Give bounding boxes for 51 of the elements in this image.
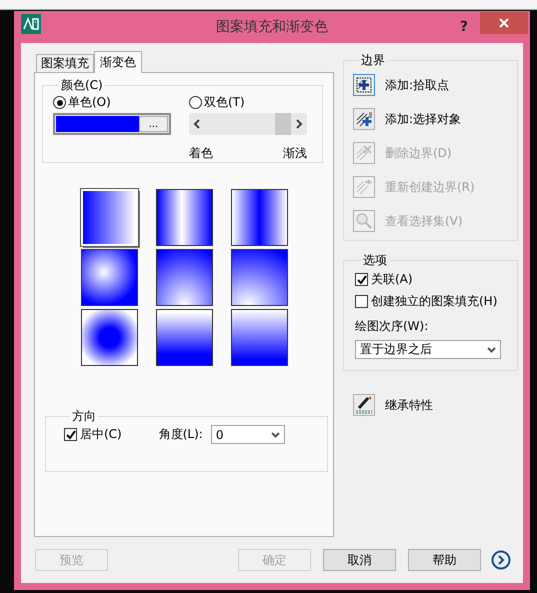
- gradient-swatch[interactable]: [230, 189, 288, 246]
- slider-label: 着色: [189, 145, 213, 162]
- gradient-swatch[interactable]: [230, 249, 288, 306]
- checkbox-label[interactable]: 关联(A): [371, 271, 413, 288]
- gradient-swatch[interactable]: [156, 189, 212, 246]
- checkbox[interactable]: [64, 428, 77, 441]
- field-label: 绘图次序(W):: [355, 318, 430, 335]
- group-label: 选项: [362, 252, 388, 269]
- select-objects-button[interactable]: [353, 108, 375, 130]
- button-label: 查看选择集(V): [385, 212, 463, 230]
- draw-order-dropdown[interactable]: 置于边界之后: [355, 340, 501, 359]
- close-icon[interactable]: [498, 16, 510, 28]
- gradient-swatch[interactable]: [156, 309, 212, 366]
- group-label: 方向: [71, 408, 97, 425]
- button-label: 添加:拾取点: [385, 76, 450, 94]
- dialog-button[interactable]: 取消: [323, 549, 396, 571]
- button-label: 删除边界(D): [385, 144, 452, 162]
- shade-slider[interactable]: [189, 113, 307, 135]
- angle-dropdown[interactable]: 0: [210, 425, 285, 444]
- radio-button[interactable]: [53, 96, 66, 109]
- radio-label[interactable]: 双色(T): [204, 94, 245, 111]
- radio-button[interactable]: [189, 96, 202, 109]
- tab[interactable]: 渐变色: [94, 51, 142, 73]
- gradient-swatch[interactable]: [156, 249, 212, 306]
- checkbox[interactable]: [355, 295, 368, 308]
- gradient-swatch[interactable]: [80, 249, 138, 306]
- checkbox[interactable]: [355, 273, 368, 286]
- button-label: 重新创建边界(R): [385, 178, 475, 196]
- app-icon: [21, 14, 41, 34]
- checkbox-label[interactable]: 居中(C): [80, 426, 122, 443]
- slider-thumb[interactable]: [275, 113, 292, 135]
- tab[interactable]: 图案填充: [36, 54, 94, 72]
- slider-label: 渐浅: [283, 145, 307, 162]
- inherit-button[interactable]: [353, 394, 375, 416]
- radio-label[interactable]: 单色(O): [68, 94, 111, 111]
- group-label: 边界: [360, 52, 386, 69]
- button-label: 添加:选择对象: [385, 110, 462, 128]
- help-button[interactable]: ?: [460, 19, 468, 35]
- gradient-swatch[interactable]: [80, 309, 138, 366]
- close-button[interactable]: [480, 12, 528, 34]
- window-title: 图案填充和渐变色: [216, 18, 328, 36]
- dialog-button[interactable]: 帮助: [408, 549, 481, 571]
- group-label: 颜色(C): [60, 77, 104, 94]
- field-label: 角度(L):: [158, 426, 203, 443]
- button-label: 继承特性: [385, 396, 433, 414]
- browse-button[interactable]: ...: [139, 116, 168, 132]
- pick-point-button[interactable]: [353, 74, 375, 96]
- color-swatch[interactable]: [56, 116, 139, 132]
- checkbox-label[interactable]: 创建独立的图案填充(H): [371, 293, 498, 310]
- more-options-icon[interactable]: [491, 550, 511, 570]
- gradient-swatch[interactable]: [230, 309, 288, 366]
